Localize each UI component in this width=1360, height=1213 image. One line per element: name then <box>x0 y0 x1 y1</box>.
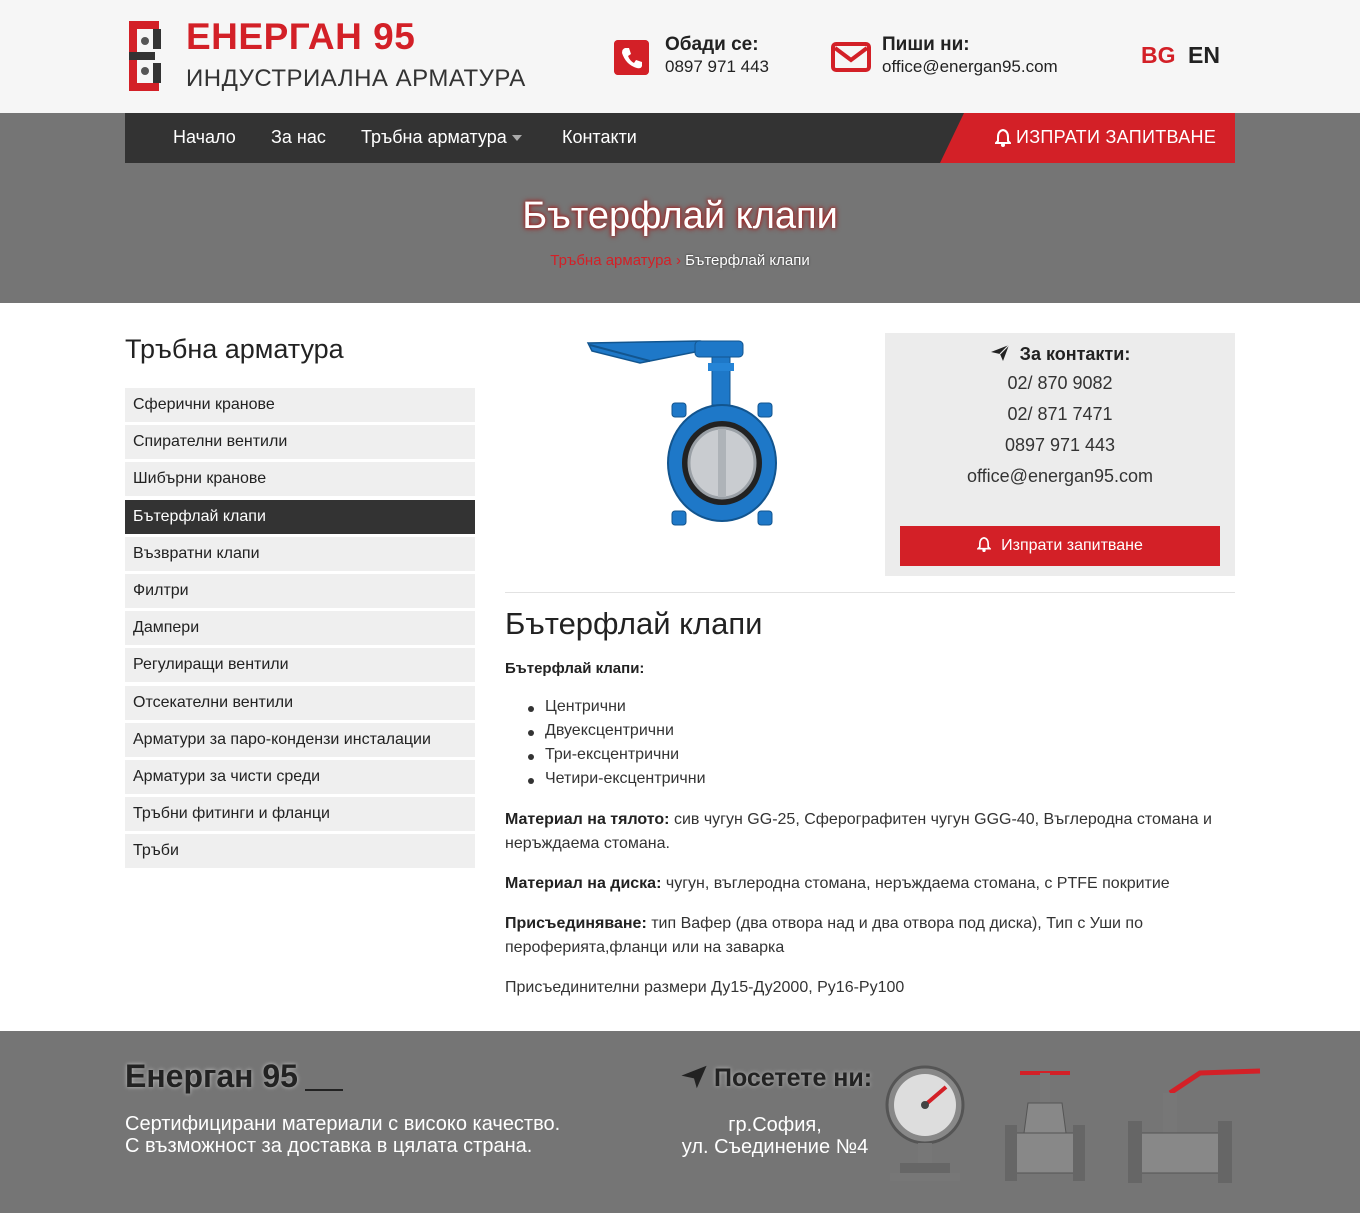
sidebar-item-pipes[interactable]: Тръби <box>125 834 475 869</box>
phone-number[interactable]: 0897 971 443 <box>665 57 769 77</box>
contact-phone-3[interactable]: 0897 971 443 <box>885 435 1235 456</box>
mail-address[interactable]: office@energan95.com <box>882 57 1058 77</box>
contact-email[interactable]: office@energan95.com <box>885 466 1235 487</box>
footer-brand: Енерган 95 <box>125 1058 298 1094</box>
sidebar-item-cutoff-valves[interactable]: Отсекателни вентили <box>125 685 475 720</box>
footer-valves-illustration <box>885 1065 1261 1183</box>
nav-item-contacts[interactable]: Контакти <box>562 127 637 148</box>
footer-description: Сертифицирани материали с високо качеств… <box>125 1113 560 1157</box>
nav-item-about[interactable]: За нас <box>271 127 326 148</box>
footer-description-line-1: Сертифицирани материали с високо качеств… <box>125 1113 561 1135</box>
sidebar-item-dampers[interactable]: Дампери <box>125 611 475 646</box>
product-image <box>586 340 777 526</box>
paper-plane-icon <box>681 1065 707 1089</box>
nav-item-pipe-fittings-label: Тръбна арматура <box>361 127 507 147</box>
sidebar-item-butterfly-valves[interactable]: Бътерфлай клапи <box>125 499 475 534</box>
contact-phone-1[interactable]: 02/ 870 9082 <box>885 373 1235 394</box>
visit-us-label: Посетете ни: <box>714 1064 873 1092</box>
footer-description-line-2: С възможност за доставка в цялата страна… <box>125 1135 533 1157</box>
disc-material-paragraph: Материал на диска: чугун, въглеродна сто… <box>505 872 1235 896</box>
chevron-down-icon <box>511 135 522 142</box>
list-item: Двуексцентрични <box>528 722 706 746</box>
panel-send-inquiry-label: Изпрати запитване <box>1001 537 1143 554</box>
mail-icon <box>831 42 871 72</box>
sidebar-item-ball-valves[interactable]: Сферични кранове <box>125 388 475 422</box>
sidebar-title: Тръбна арматура <box>125 334 344 364</box>
phone-contact[interactable]: Обади се: 0897 971 443 <box>614 34 794 84</box>
dimensions-paragraph: Присъединителни размери Ду15-Ду2000, Ру1… <box>505 979 905 996</box>
sidebar-item-shutoff-valves[interactable]: Спирателни вентили <box>125 425 475 460</box>
brand-name[interactable]: ЕНЕРГАН 95 <box>186 16 415 58</box>
phone-label: Обади се: <box>665 34 759 55</box>
brand-tagline: ИНДУСТРИАЛНА АРМАТУРА <box>186 65 526 92</box>
breadcrumb-separator: › <box>675 252 681 269</box>
main-nav: Начало За нас Тръбна арматура Контакти И… <box>125 113 1235 163</box>
footer-brand-underline <box>305 1089 343 1091</box>
lang-bg-link[interactable]: BG <box>1141 42 1176 69</box>
connection-label: Присъединяване: <box>505 915 647 932</box>
logo-icon[interactable] <box>125 17 165 95</box>
connection-paragraph: Присъединяване: тип Вафер (два отвора на… <box>505 912 1235 960</box>
send-inquiry-label: ИЗПРАТИ ЗАПИТВАНЕ <box>1016 127 1217 147</box>
list-item: Четири-ексцентрични <box>528 770 706 794</box>
paper-plane-icon <box>990 344 1010 361</box>
article-subtitle: Бътерфлай клапи: <box>505 660 645 677</box>
contact-panel-title-label: За контакти: <box>1019 344 1131 364</box>
article-title: Бътерфлай клапи <box>505 606 763 641</box>
sidebar-item-control-valves[interactable]: Регулиращи вентили <box>125 648 475 683</box>
phone-icon <box>614 40 649 75</box>
breadcrumb: Тръбна арматура › Бътерфлай клапи <box>0 252 1360 269</box>
valve-types-list: Центрични Двуексцентрични Три-ексцентрич… <box>528 698 706 794</box>
body-material-paragraph: Материал на тялото: сив чугун GG-25, Сфе… <box>505 808 1235 856</box>
page-title: Бътерфлай клапи <box>522 195 838 237</box>
address-city: гр.София, <box>728 1114 822 1136</box>
disc-material-text: чугун, въглеродна стомана, неръждаема ст… <box>661 875 1170 892</box>
hero-band: Начало За нас Тръбна арматура Контакти И… <box>0 113 1360 303</box>
bell-icon <box>995 129 1011 147</box>
sidebar-item-fittings-flanges[interactable]: Тръбни фитинги и фланци <box>125 797 475 832</box>
sidebar-item-check-valves[interactable]: Възвратни клапи <box>125 536 475 571</box>
mail-contact[interactable]: Пиши ни: office@energan95.com <box>831 34 1091 84</box>
body-material-label: Материал на тялото: <box>505 811 670 828</box>
nav-item-home[interactable]: Начало <box>173 127 236 148</box>
sidebar-category-list: Сферични кранове Спирателни вентили Шибъ… <box>125 388 475 871</box>
site-header: ЕНЕРГАН 95 ИНДУСТРИАЛНА АРМАТУРА Обади с… <box>0 0 1360 113</box>
sidebar-item-clean-media[interactable]: Арматури за чисти среди <box>125 759 475 794</box>
bell-icon <box>977 537 992 552</box>
address-street: ул. Съединение №4 <box>681 1136 869 1158</box>
contact-panel-title: За контакти: <box>885 344 1235 365</box>
lang-en-link[interactable]: EN <box>1188 42 1220 69</box>
disc-material-label: Материал на диска: <box>505 875 662 892</box>
breadcrumb-parent-link[interactable]: Тръбна арматура <box>550 252 672 269</box>
panel-send-inquiry-button[interactable]: Изпрати запитване <box>900 526 1220 566</box>
breadcrumb-current: Бътерфлай клапи <box>685 252 810 269</box>
content-divider <box>505 592 1235 593</box>
mail-label: Пиши ни: <box>882 34 970 55</box>
list-item: Три-ексцентрични <box>528 746 706 770</box>
sidebar-item-gate-valves[interactable]: Шибърни кранове <box>125 462 475 497</box>
nav-item-pipe-fittings[interactable]: Тръбна арматура <box>361 127 522 148</box>
sidebar-item-filters[interactable]: Филтри <box>125 573 475 608</box>
contact-panel: За контакти: 02/ 870 9082 02/ 871 7471 0… <box>885 333 1235 576</box>
sidebar-item-steam-condensate[interactable]: Арматури за паро-кондензи инсталации <box>125 722 475 757</box>
contact-phone-2[interactable]: 02/ 871 7471 <box>885 404 1235 425</box>
visit-us-title: Посетете ни: <box>680 1064 872 1093</box>
list-item: Центрични <box>528 698 706 722</box>
send-inquiry-button[interactable]: ИЗПРАТИ ЗАПИТВАНЕ <box>940 113 1235 163</box>
